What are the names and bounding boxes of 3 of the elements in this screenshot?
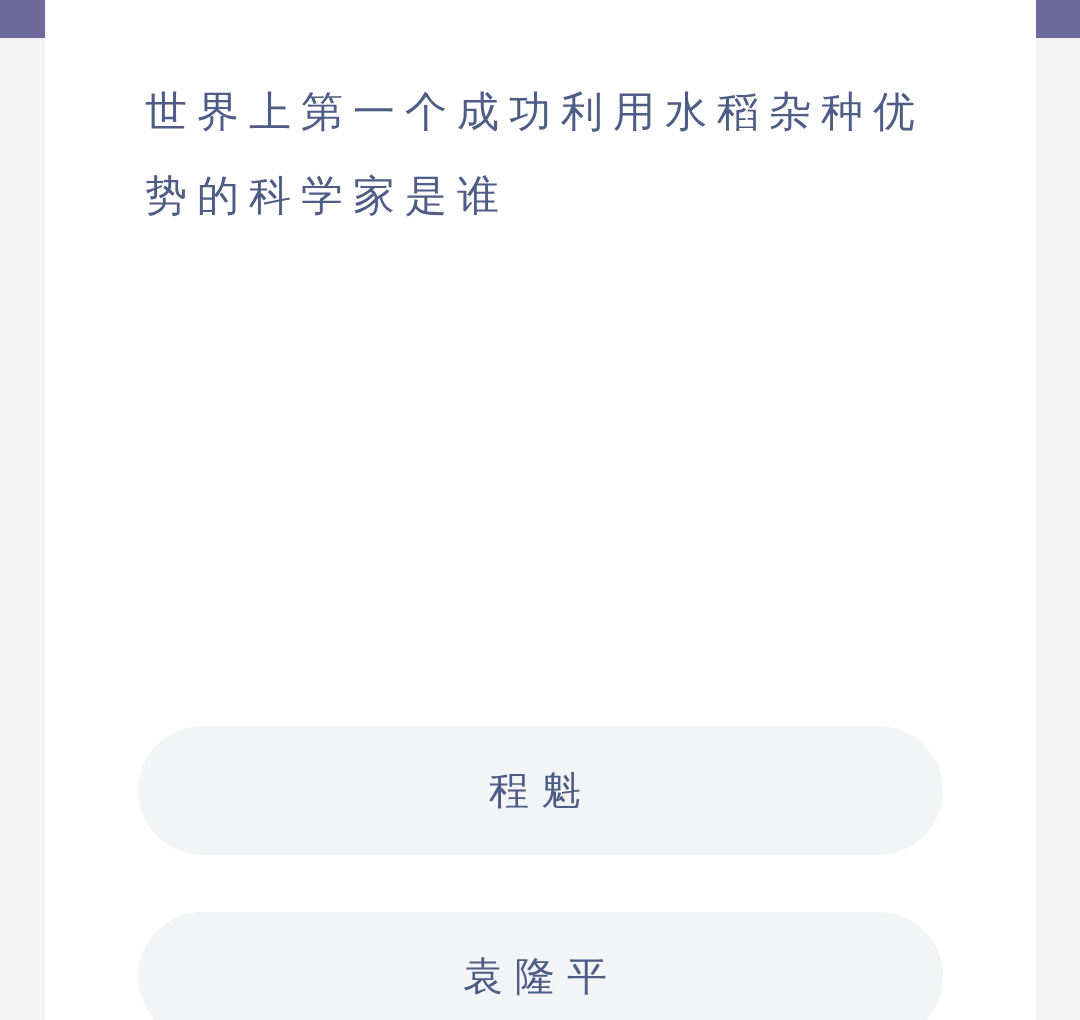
question-text: 世界上第一个成功利用水稻杂种优势的科学家是谁 [145, 86, 926, 222]
answer-option[interactable]: 程魁 [138, 726, 943, 855]
answer-option[interactable]: 袁隆平 [138, 912, 943, 1020]
